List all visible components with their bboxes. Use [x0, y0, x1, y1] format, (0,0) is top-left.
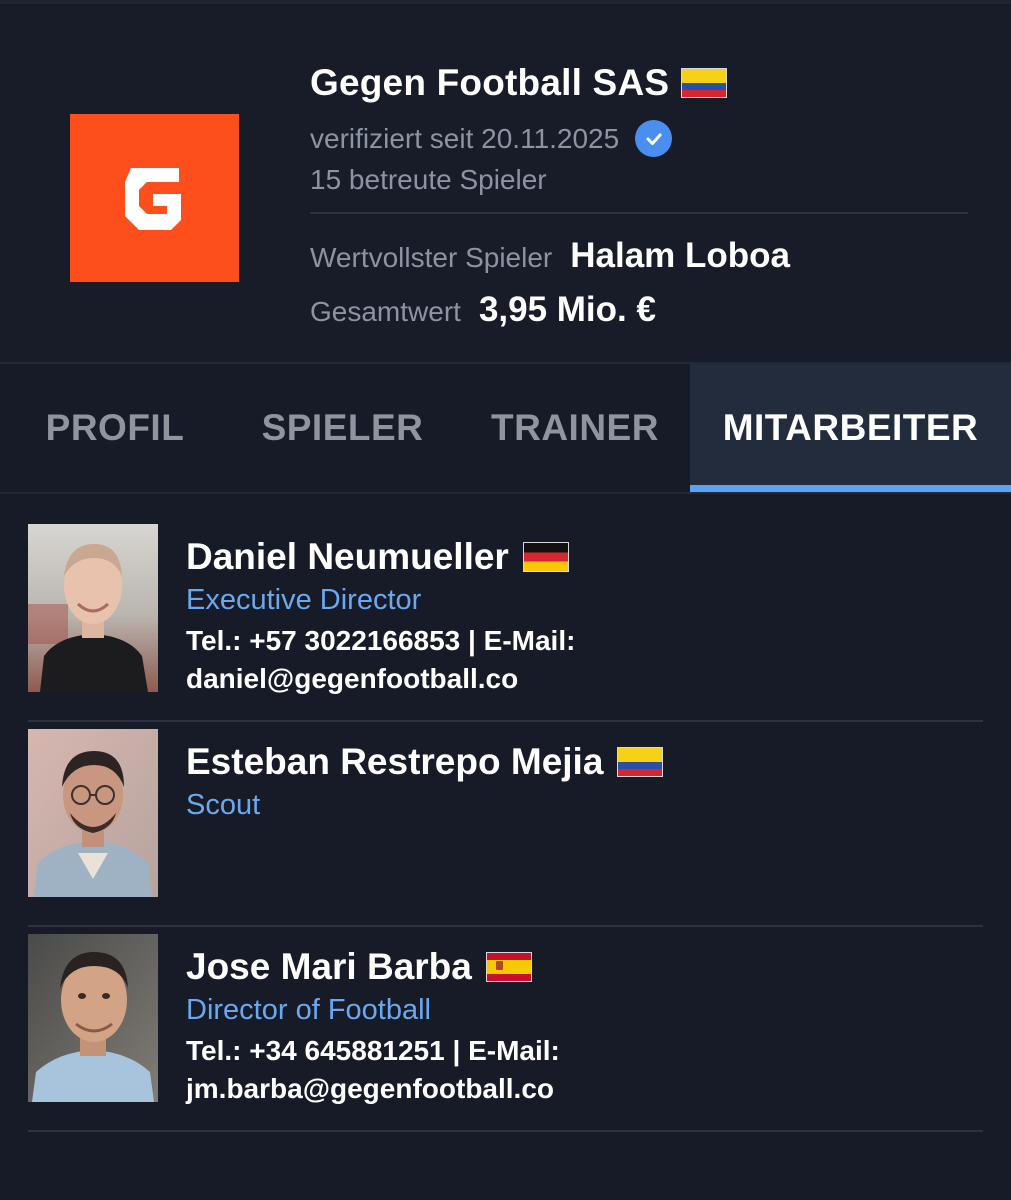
list-item[interactable]: Daniel Neumueller Executive Director Tel…	[28, 524, 983, 722]
staff-phone-line: Tel.: +57 3022166853 | E-Mail:	[186, 625, 576, 656]
total-value-row: Gesamtwert 3,95 Mio. €	[310, 290, 656, 330]
active-tab-indicator	[690, 485, 1011, 492]
tab-mitarbeiter[interactable]: MITARBEITER	[690, 364, 1011, 492]
gegen-g-logo-icon	[124, 168, 181, 230]
verified-row: verifiziert seit 20.11.2025	[310, 120, 673, 157]
staff-name[interactable]: Jose Mari Barba	[186, 946, 472, 988]
list-item[interactable]: Jose Mari Barba Director of Football Tel…	[28, 934, 983, 1132]
checkmark-icon	[646, 133, 662, 145]
avatar[interactable]	[28, 934, 158, 1102]
staff-name-row: Jose Mari Barba	[186, 946, 532, 988]
staff-role: Director of Football	[186, 994, 431, 1026]
staff-email[interactable]: daniel@gegenfootball.co	[186, 660, 575, 698]
verified-text: verifiziert seit 20.11.2025	[310, 122, 620, 154]
staff-email[interactable]: jm.barba@gegenfootball.co	[186, 1070, 560, 1108]
tab-trainer[interactable]: TRAINER	[470, 364, 680, 492]
mvp-value[interactable]: Halam Loboa	[570, 236, 790, 276]
agency-name-row: Gegen Football SAS	[310, 62, 728, 104]
staff-contact: Tel.: +34 645881251 | E-Mail: jm.barba@g…	[186, 1032, 560, 1108]
tab-profil[interactable]: PROFIL	[20, 364, 210, 492]
verified-check-icon	[635, 120, 673, 157]
total-value: 3,95 Mio. €	[478, 290, 656, 329]
avatar[interactable]	[28, 524, 158, 692]
staff-role: Scout	[186, 789, 261, 821]
mvp-label: Wertvollster Spieler	[310, 242, 553, 273]
agency-name: Gegen Football SAS	[310, 62, 670, 103]
spain-crest	[495, 961, 503, 970]
tab-mitarbeiter-label: MITARBEITER	[722, 407, 979, 448]
avatar[interactable]	[28, 729, 158, 897]
staff-contact: Tel.: +57 3022166853 | E-Mail: daniel@ge…	[186, 622, 575, 698]
staff-name-row: Daniel Neumueller	[186, 536, 569, 578]
top-strip	[0, 0, 1011, 4]
staff-phone-line: Tel.: +34 645881251 | E-Mail:	[186, 1035, 560, 1066]
staff-name[interactable]: Esteban Restrepo Mejia	[186, 741, 603, 783]
flag-spain-icon	[485, 952, 532, 982]
flag-germany-icon	[522, 542, 569, 572]
flag-colombia-icon	[681, 68, 728, 98]
tab-spieler[interactable]: SPIELER	[240, 364, 445, 492]
staff-name[interactable]: Daniel Neumueller	[186, 536, 509, 578]
avatar-photo	[28, 934, 158, 1102]
players-count: 15 betreute Spieler	[310, 164, 547, 195]
avatar-photo	[28, 729, 158, 897]
staff-name-row: Esteban Restrepo Mejia	[186, 741, 664, 783]
agency-page: Gegen Football SAS verifiziert seit 20.1…	[0, 0, 1011, 1200]
tab-bar: PROFIL SPIELER TRAINER MITARBEITER	[0, 364, 1011, 494]
staff-role: Executive Director	[186, 584, 422, 616]
header-divider	[310, 212, 968, 214]
agency-logo	[70, 114, 239, 282]
list-item[interactable]: Esteban Restrepo Mejia Scout	[28, 729, 983, 927]
total-value-label: Gesamtwert	[310, 296, 461, 327]
avatar-photo	[28, 524, 158, 692]
agency-header: Gegen Football SAS verifiziert seit 20.1…	[0, 0, 1011, 364]
flag-colombia-icon	[617, 747, 664, 777]
most-valuable-player-row: Wertvollster Spieler Halam Loboa	[310, 236, 790, 276]
